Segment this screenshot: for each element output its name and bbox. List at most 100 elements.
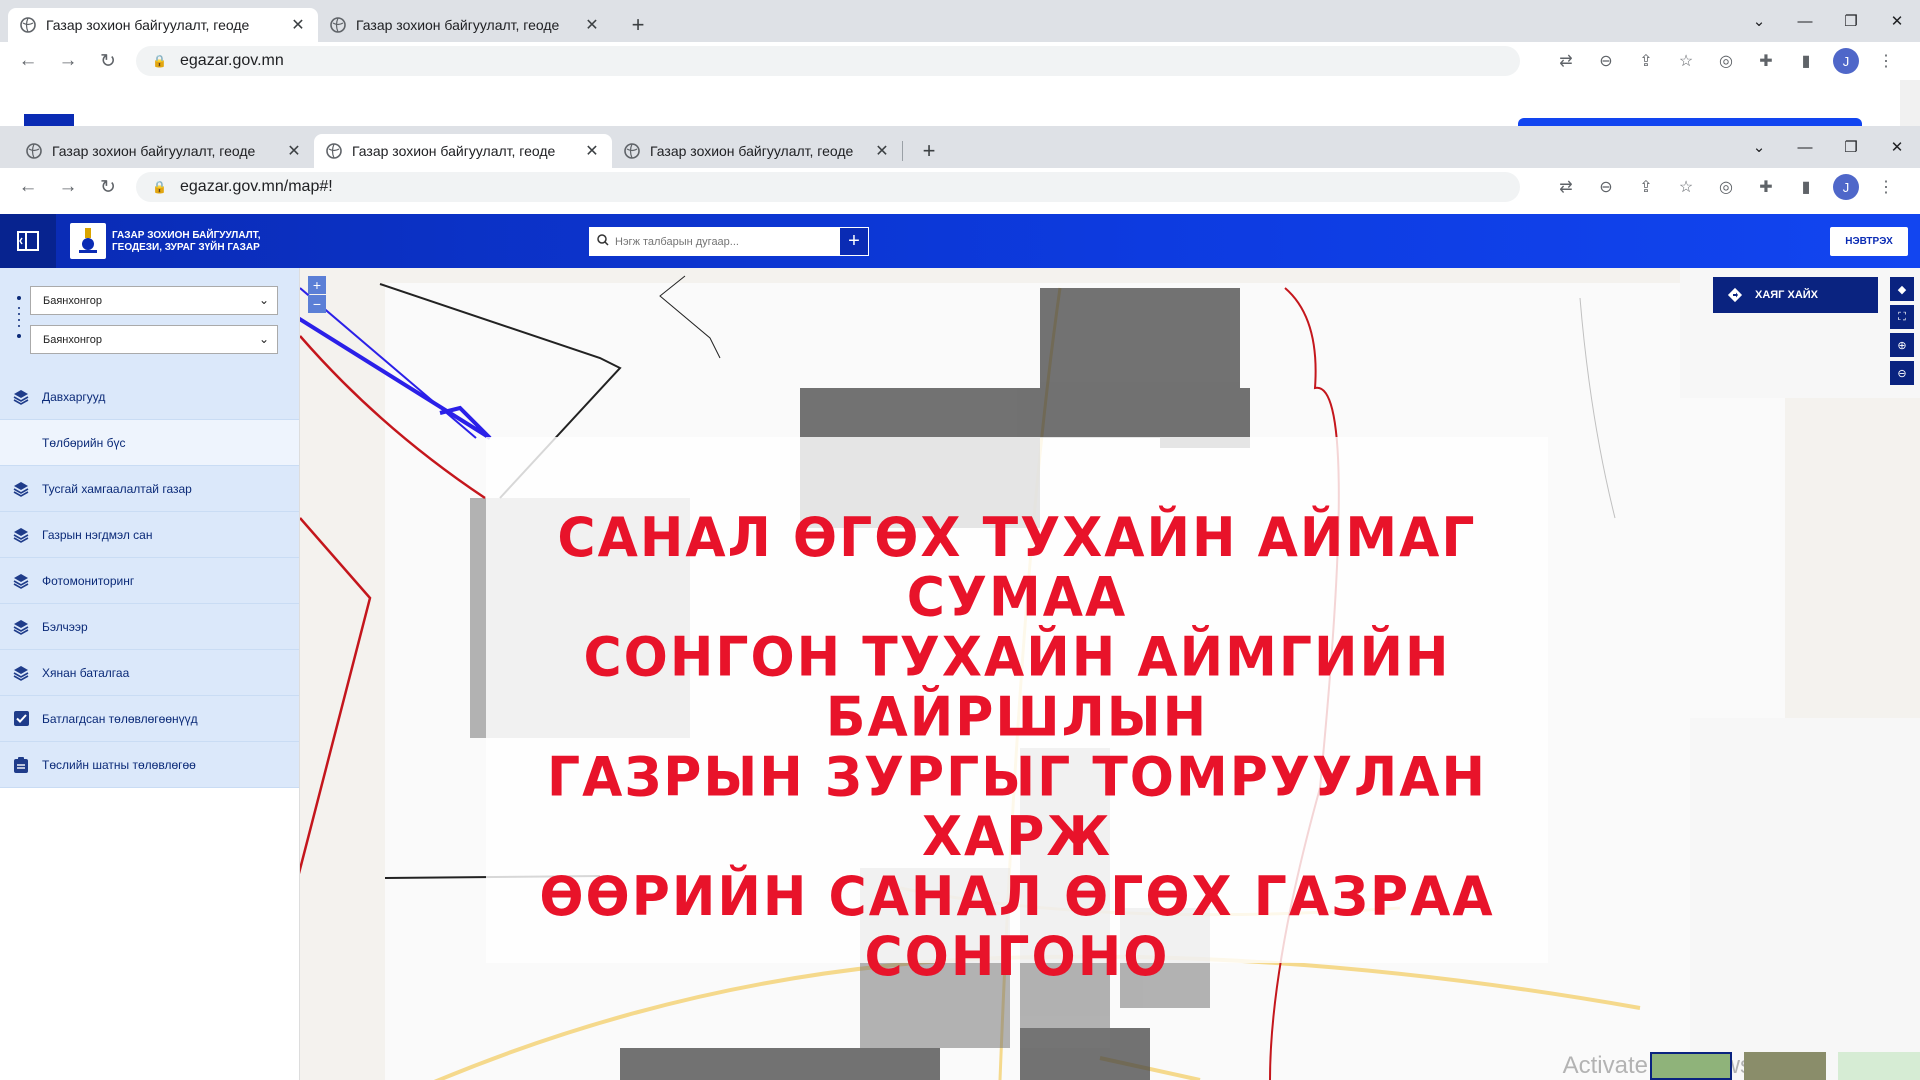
- layers-icon: [0, 389, 42, 405]
- sidebar-item-approved-plans[interactable]: Батлагдсан төлөвлөгөөнүүд: [0, 696, 299, 742]
- sidebar-item-pasture[interactable]: Бэлчээр: [0, 604, 299, 650]
- announcement-line: өөрийн санал өгөх газраа сонгоно: [539, 865, 1495, 989]
- front-tab-3[interactable]: Газар зохион байгуулалт, геоде ✕: [612, 134, 902, 168]
- sidebar-item-label: Төслийн шатны төлөвлөгөө: [42, 757, 196, 772]
- layers-icon: [0, 527, 42, 543]
- sidebar-item-label: Тусгай хамгаалалтай газар: [42, 481, 192, 496]
- back-tab-strip: Газар зохион байгуулалт, геоде ✕ Газар з…: [0, 0, 1920, 42]
- front-tab-1[interactable]: Газар зохион байгуулалт, геоде ✕: [14, 134, 314, 168]
- sidebar-item-payment-zone[interactable]: Төлбөрийн бүс: [0, 420, 299, 466]
- sidebar-item-photo-monitoring[interactable]: Фотомониторинг: [0, 558, 299, 604]
- sidebar-item-layers[interactable]: Давхаргууд: [0, 374, 299, 420]
- reload-icon[interactable]: ↻: [88, 50, 128, 73]
- close-tab-icon[interactable]: ✕: [290, 15, 306, 35]
- zoom-out-button[interactable]: −: [308, 295, 326, 313]
- close-window-button[interactable]: ✕: [1874, 138, 1920, 156]
- basemap-thumb-satellite[interactable]: [1650, 1052, 1732, 1080]
- zoom-out-icon[interactable]: ⊖: [1890, 361, 1914, 385]
- reload-icon[interactable]: ↻: [88, 176, 128, 199]
- sidebar-item-label: Батлагдсан төлөвлөгөөнүүд: [42, 711, 198, 726]
- parcel-search-input[interactable]: [615, 235, 815, 248]
- sidebar-item-land-fund[interactable]: Газрын нэгдмэл сан: [0, 512, 299, 558]
- avatar[interactable]: J: [1833, 174, 1859, 200]
- minimize-button[interactable]: —: [1782, 13, 1828, 30]
- tab-search-icon[interactable]: ⌄: [1736, 138, 1782, 156]
- district-select[interactable]: Баянхонгор ⌄: [30, 325, 278, 354]
- globe-icon: [26, 143, 42, 159]
- menu-icon[interactable]: ⋮: [1866, 177, 1906, 197]
- star-icon[interactable]: ☆: [1666, 177, 1706, 197]
- sidebar-item-label: Газрын нэгдмэл сан: [42, 527, 153, 542]
- share-icon[interactable]: ⇪: [1626, 51, 1666, 71]
- route-dots-icon: [17, 296, 21, 338]
- zoom-icon[interactable]: ⊖: [1586, 177, 1626, 197]
- back-page-strip: [0, 80, 1920, 126]
- translate-icon[interactable]: ⇄: [1546, 51, 1586, 71]
- district-select-value: Баянхонгор: [43, 333, 102, 346]
- forward-arrow-icon[interactable]: →: [48, 50, 88, 72]
- puzzle-icon[interactable]: ✚: [1746, 51, 1786, 71]
- star-icon[interactable]: ☆: [1666, 51, 1706, 71]
- restore-button[interactable]: ❐: [1828, 12, 1874, 30]
- back-tab-1[interactable]: Газар зохион байгуулалт, геоде ✕: [8, 8, 318, 42]
- scrollbar[interactable]: [1900, 80, 1920, 126]
- tab-search-icon[interactable]: ⌄: [1736, 12, 1782, 30]
- address-search-button[interactable]: ХАЯГ ХАЙХ: [1713, 277, 1878, 313]
- app-header: ГАЗАР ЗОХИОН БАЙГУУЛАЛТ, ГЕОДЕЗИ, ЗУРАГ …: [0, 214, 1920, 268]
- zoom-control: + −: [308, 276, 326, 314]
- address-bar[interactable]: 🔒 egazar.gov.mn/map#!: [136, 172, 1520, 202]
- add-search-button[interactable]: +: [839, 227, 869, 256]
- direction-icon: [1727, 287, 1743, 303]
- share-icon[interactable]: ⇪: [1626, 177, 1666, 197]
- province-select[interactable]: Баянхонгор ⌄: [30, 286, 278, 315]
- agency-logo: [70, 223, 106, 259]
- sidebar-item-protected-areas[interactable]: Тусгай хамгаалалтай газар: [0, 466, 299, 512]
- tab-title: Газар зохион байгуулалт, геоде: [650, 143, 854, 159]
- close-tab-icon[interactable]: ✕: [584, 15, 600, 35]
- back-arrow-icon[interactable]: ←: [8, 50, 48, 72]
- zoom-in-button[interactable]: +: [308, 276, 326, 294]
- url-text: egazar.gov.mn/map#!: [180, 178, 333, 195]
- extension-icon[interactable]: ◎: [1706, 51, 1746, 71]
- sidepanel-icon[interactable]: ▮: [1786, 51, 1826, 71]
- back-arrow-icon[interactable]: ←: [8, 176, 48, 198]
- sidebar-item-verification[interactable]: Хянан баталгаа: [0, 650, 299, 696]
- extension-icon[interactable]: ◎: [1706, 177, 1746, 197]
- sidepanel-icon[interactable]: ▮: [1786, 177, 1826, 197]
- toolbar-icons: ⇄ ⊖ ⇪ ☆ ◎ ✚ ▮ J ⋮: [1546, 42, 1906, 80]
- new-tab-button[interactable]: +: [915, 137, 943, 165]
- sidebar-item-label: Бэлчээр: [42, 619, 88, 634]
- restore-button[interactable]: ❐: [1828, 138, 1874, 156]
- minimize-button[interactable]: —: [1782, 139, 1828, 156]
- checkbox-checked-icon: [0, 711, 42, 726]
- fullscreen-icon[interactable]: ⛶: [1890, 305, 1914, 329]
- close-tab-icon[interactable]: ✕: [584, 141, 600, 161]
- chevron-down-icon: ⌄: [258, 293, 269, 307]
- login-button[interactable]: НЭВТРЭХ: [1830, 227, 1908, 256]
- parcel-search: [589, 227, 839, 256]
- translate-icon[interactable]: ⇄: [1546, 177, 1586, 197]
- sidebar-item-label: Фотомониторинг: [42, 573, 135, 588]
- sidebar-item-draft-plans[interactable]: Төслийн шатны төлөвлөгөө: [0, 742, 299, 788]
- puzzle-icon[interactable]: ✚: [1746, 177, 1786, 197]
- close-tab-icon[interactable]: ✕: [874, 141, 890, 161]
- basemap-thumb-light[interactable]: [1838, 1052, 1920, 1080]
- front-tab-2[interactable]: Газар зохион байгуулалт, геоде ✕: [314, 134, 612, 168]
- zoom-in-icon[interactable]: ⊕: [1890, 333, 1914, 357]
- close-window-button[interactable]: ✕: [1874, 12, 1920, 30]
- layers-icon: [0, 665, 42, 681]
- menu-icon[interactable]: ⋮: [1866, 51, 1906, 71]
- zoom-icon[interactable]: ⊖: [1586, 51, 1626, 71]
- clipboard-icon: [0, 756, 42, 773]
- address-bar[interactable]: 🔒 egazar.gov.mn: [136, 46, 1520, 76]
- new-tab-button[interactable]: +: [624, 11, 652, 39]
- close-tab-icon[interactable]: ✕: [286, 141, 302, 161]
- chevron-down-icon: ⌄: [258, 332, 269, 346]
- front-tab-strip: Газар зохион байгуулалт, геоде ✕ Газар з…: [0, 126, 1920, 168]
- sidebar-toggle-button[interactable]: [0, 214, 56, 268]
- basemap-layers-icon[interactable]: ◆: [1890, 277, 1914, 301]
- forward-arrow-icon[interactable]: →: [48, 176, 88, 198]
- basemap-thumb-terrain[interactable]: [1744, 1052, 1826, 1080]
- avatar[interactable]: J: [1833, 48, 1859, 74]
- back-tab-2[interactable]: Газар зохион байгуулалт, геоде ✕: [318, 8, 612, 42]
